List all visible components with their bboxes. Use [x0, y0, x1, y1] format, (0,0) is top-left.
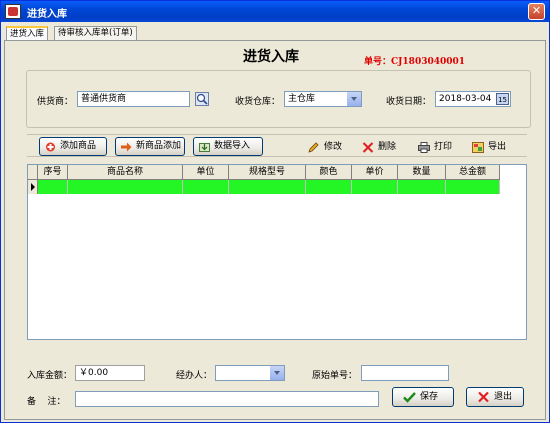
supplier-field[interactable]: 普通供货商	[77, 91, 190, 107]
page-title: 进货入库	[243, 49, 299, 65]
app-window: 进货入库 ✕ 进货入库 待审核入库单(订单) 进货入库 单号：CJ1803040…	[0, 0, 550, 423]
warehouse-select[interactable]: 主仓库	[284, 91, 362, 107]
column-header[interactable]: 单位	[183, 165, 229, 180]
save-label: 保存	[420, 392, 439, 402]
close-icon	[478, 391, 489, 403]
export-label: 导出	[488, 142, 507, 152]
checkmark-icon	[403, 392, 416, 403]
table-cell[interactable]	[306, 180, 352, 194]
amount-label: 入库金额：	[27, 371, 73, 381]
app-icon	[5, 4, 21, 19]
add-product-button[interactable]: 添加商品	[39, 137, 107, 156]
edit-button[interactable]: 修改	[308, 138, 344, 156]
print-button[interactable]: 打印	[418, 138, 454, 156]
close-button[interactable]: ✕	[528, 3, 545, 20]
warehouse-label: 收货仓库：	[235, 97, 281, 107]
delete-label: 删除	[378, 142, 397, 152]
column-header[interactable]: 单价	[352, 165, 398, 180]
row-indicator-icon	[28, 180, 38, 194]
svg-text:15: 15	[498, 96, 507, 104]
title-bar[interactable]: 进货入库 ✕	[1, 1, 549, 22]
data-import-button[interactable]: 数据导入	[193, 137, 263, 156]
import-icon	[199, 143, 210, 152]
window-title: 进货入库	[27, 9, 67, 20]
new-product-add-label: 新商品添加	[136, 141, 182, 151]
warehouse-value: 主仓库	[288, 94, 316, 104]
column-header[interactable]: 颜色	[306, 165, 352, 180]
handler-select[interactable]	[215, 365, 285, 381]
date-picker[interactable]: 2018-03-04 15	[435, 91, 511, 107]
print-label: 打印	[434, 142, 453, 152]
column-header[interactable]: 总金额	[446, 165, 500, 180]
table-cell[interactable]	[68, 180, 183, 194]
chevron-down-icon[interactable]	[269, 366, 284, 380]
exit-label: 退出	[494, 392, 513, 402]
supplier-search-icon[interactable]	[195, 92, 209, 106]
table-cell[interactable]	[398, 180, 446, 194]
table-header-corner	[28, 165, 38, 180]
table-cell[interactable]	[183, 180, 229, 194]
table-header: 序号 商品名称 单位 规格型号 颜色 单价 数量 总金额	[28, 165, 526, 180]
original-no-field[interactable]	[361, 365, 449, 381]
column-header[interactable]: 商品名称	[68, 165, 183, 180]
column-header[interactable]: 数量	[398, 165, 446, 180]
plus-icon	[46, 142, 55, 152]
handler-label: 经办人：	[176, 371, 213, 381]
table-cell[interactable]	[229, 180, 306, 194]
order-number: 单号：CJ1803040001	[364, 57, 466, 67]
chevron-down-icon[interactable]	[346, 92, 361, 106]
delete-button[interactable]: 删除	[362, 138, 398, 156]
arrow-right-icon	[121, 142, 132, 152]
tab-pending-review[interactable]: 待审核入库单(订单)	[54, 26, 137, 40]
table-cell[interactable]	[352, 180, 398, 194]
product-table[interactable]: 序号 商品名称 单位 规格型号 颜色 单价 数量 总金额	[27, 164, 527, 340]
date-value: 2018-03-04	[439, 94, 492, 104]
amount-field: ￥0.00	[75, 365, 145, 381]
original-no-label: 原始单号：	[312, 371, 358, 381]
delete-x-icon	[362, 142, 374, 153]
save-button[interactable]: 保存	[392, 387, 454, 407]
printer-icon	[418, 142, 430, 153]
supplier-label: 供货商：	[37, 97, 74, 107]
new-product-add-button[interactable]: 新商品添加	[115, 137, 185, 156]
table-cell[interactable]	[38, 180, 68, 194]
note-label: 备 注：	[27, 397, 66, 407]
add-product-label: 添加商品	[60, 141, 97, 151]
export-button[interactable]: 导出	[472, 138, 508, 156]
pencil-icon	[308, 142, 319, 153]
column-header[interactable]: 规格型号	[229, 165, 306, 180]
calendar-icon[interactable]: 15	[496, 93, 509, 105]
column-header[interactable]: 序号	[38, 165, 68, 180]
data-import-label: 数据导入	[214, 141, 251, 151]
export-icon	[472, 142, 484, 153]
table-cell[interactable]	[446, 180, 500, 194]
exit-button[interactable]: 退出	[466, 387, 524, 407]
edit-label: 修改	[324, 142, 343, 152]
table-row[interactable]	[28, 180, 526, 194]
note-field[interactable]	[75, 391, 379, 407]
tab-purchase-inbound[interactable]: 进货入库	[6, 26, 49, 41]
date-label: 收货日期：	[386, 97, 432, 107]
